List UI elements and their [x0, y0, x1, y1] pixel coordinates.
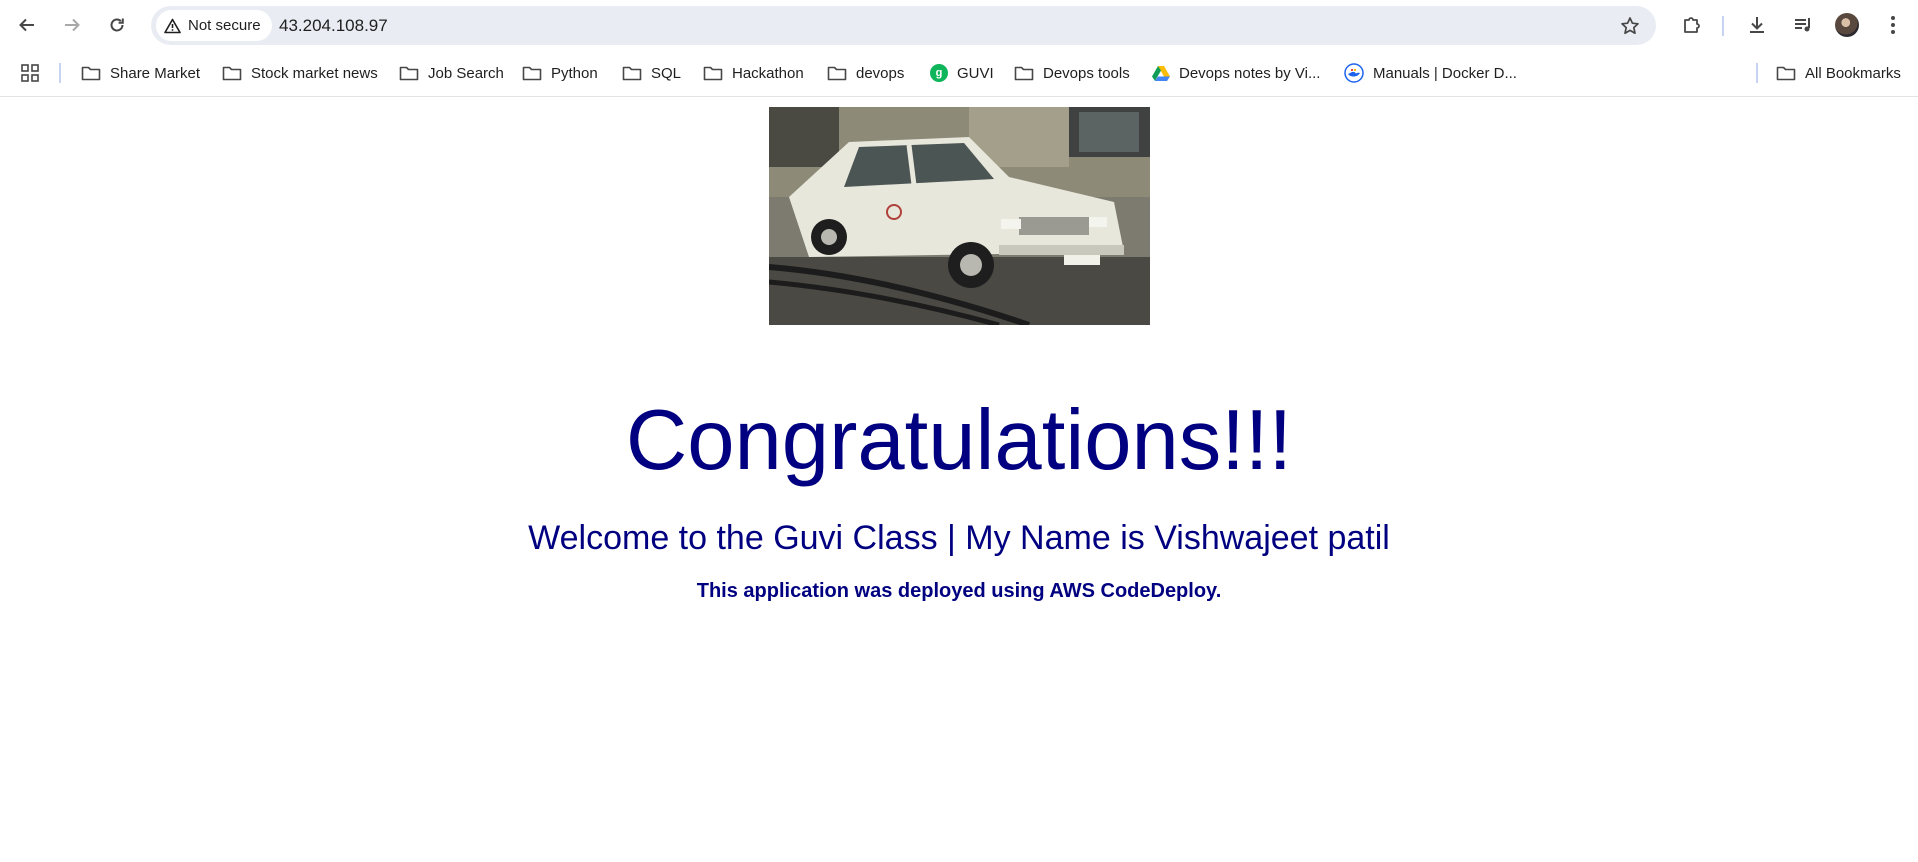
apps-button[interactable] [21, 61, 39, 85]
folder-icon [81, 66, 101, 81]
forward-button[interactable] [56, 9, 88, 41]
congratulations-heading: Congratulations!!! [625, 393, 1293, 488]
bookmark-label: devops [856, 64, 905, 82]
bookmark-divider [1756, 63, 1758, 83]
star-icon [1621, 17, 1639, 35]
folder-icon [399, 66, 419, 81]
bookmark-label: Job Search [428, 64, 504, 82]
deployment-note: This application was deployed using AWS … [696, 580, 1222, 602]
bookmarks-bar: Share Market Stock market news Job Searc… [0, 50, 1918, 96]
apps-grid-icon [21, 64, 39, 82]
back-button[interactable] [11, 9, 43, 41]
bookmark-share-market[interactable]: Share Market [81, 61, 200, 85]
folder-icon [1014, 66, 1034, 81]
bookmark-job-search[interactable]: Job Search [399, 61, 504, 85]
kebab-menu-icon [1891, 16, 1895, 34]
google-drive-icon [1152, 66, 1170, 81]
toolbar-divider [1722, 16, 1724, 36]
bookmark-label: SQL [651, 64, 682, 82]
bookmark-label: Devops notes by Vi... [1179, 64, 1321, 82]
browser-toolbar: Not secure 43.204.108.97 [0, 0, 1918, 50]
bookmark-devops[interactable]: devops [827, 61, 904, 85]
bookmark-label: GUVI [957, 64, 994, 82]
menu-button[interactable] [1879, 11, 1907, 39]
bookmark-star-button[interactable] [1618, 14, 1642, 38]
warning-icon [164, 18, 181, 33]
guvi-icon: g [930, 64, 948, 82]
folder-icon [1776, 66, 1796, 81]
reload-icon [110, 18, 124, 32]
bookmark-guvi[interactable]: g GUVI [930, 61, 994, 85]
downloads-button[interactable] [1743, 11, 1771, 39]
folder-icon [703, 66, 723, 81]
bookmark-label: Python [551, 64, 598, 82]
car-image [769, 107, 1150, 325]
bookmark-label: Share Market [110, 64, 201, 82]
forward-arrow-icon [65, 18, 80, 32]
url-text[interactable]: 43.204.108.97 [279, 15, 388, 36]
security-chip[interactable]: Not secure [156, 10, 272, 41]
folder-icon [522, 66, 542, 81]
reload-button[interactable] [101, 9, 133, 41]
extensions-button[interactable] [1678, 11, 1706, 39]
all-bookmarks-label: All Bookmarks [1805, 64, 1901, 82]
bookmark-stock-market-news[interactable]: Stock market news [222, 61, 378, 85]
bookmark-sql[interactable]: SQL [622, 61, 681, 85]
not-secure-label: Not secure [188, 17, 261, 34]
welcome-message: Welcome to the Guvi Class | My Name is V… [528, 519, 1390, 557]
folder-icon [827, 66, 847, 81]
folder-icon [622, 66, 642, 81]
bookmark-label: Manuals | Docker D... [1373, 64, 1517, 82]
folder-icon [222, 66, 242, 81]
media-control-button[interactable] [1789, 11, 1817, 39]
bookmark-python[interactable]: Python [522, 61, 598, 85]
profile-avatar[interactable] [1835, 13, 1859, 37]
all-bookmarks-button[interactable]: All Bookmarks [1776, 61, 1901, 85]
bookmark-label: Hackathon [732, 64, 804, 82]
bookmark-docker-manuals[interactable]: Manuals | Docker D... [1344, 61, 1517, 85]
bookmark-devops-notes[interactable]: Devops notes by Vi... [1152, 61, 1320, 85]
bookmark-label: Devops tools [1043, 64, 1130, 82]
puzzle-icon [1684, 17, 1700, 33]
bookmark-devops-tools[interactable]: Devops tools [1014, 61, 1130, 85]
bookmark-divider [59, 63, 61, 83]
back-arrow-icon [19, 18, 34, 32]
address-bar[interactable]: Not secure 43.204.108.97 [151, 6, 1656, 45]
browser-chrome: Not secure 43.204.108.97 Share Market St… [0, 0, 1918, 97]
playlist-icon [1795, 18, 1810, 32]
bookmark-hackathon[interactable]: Hackathon [703, 61, 804, 85]
docker-icon [1344, 63, 1364, 83]
download-icon [1750, 17, 1764, 33]
white-car-photo [769, 107, 1150, 325]
bookmark-label: Stock market news [251, 64, 378, 82]
